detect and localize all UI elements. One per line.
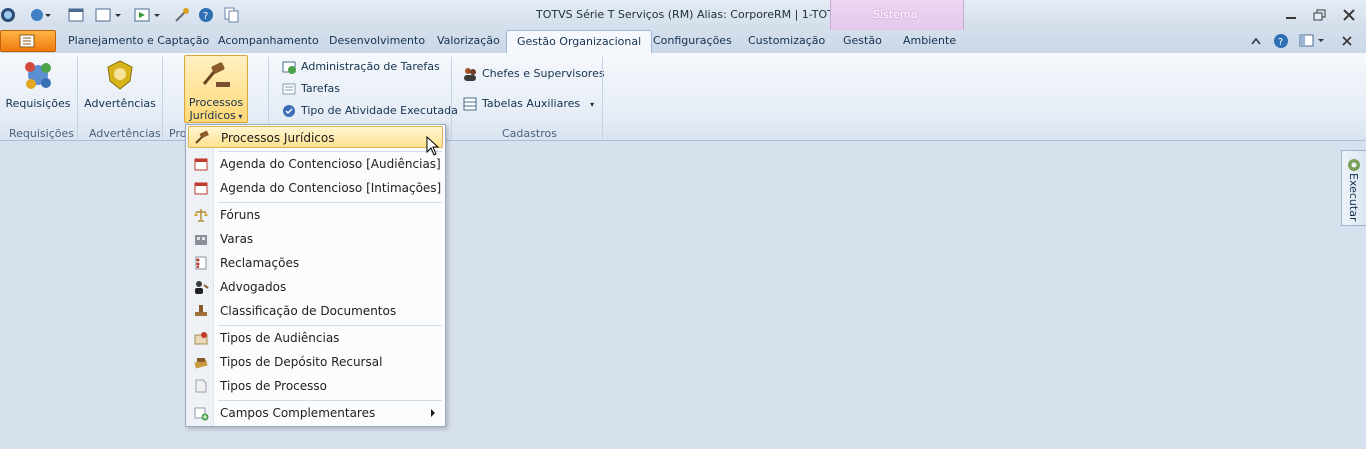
- table-icon: [463, 97, 477, 111]
- group-separator: [77, 57, 78, 139]
- tools-icon[interactable]: [174, 7, 190, 25]
- context-tab-sistema: Sistema: [830, 0, 964, 30]
- help-globe-icon[interactable]: ?: [198, 7, 214, 25]
- menu-item-tipos-processo[interactable]: Tipos de Processo: [188, 375, 443, 397]
- activity-type-icon: [283, 105, 295, 117]
- group-separator: [451, 57, 452, 139]
- group-label-processos: Pro: [169, 127, 187, 140]
- minimize-icon[interactable]: [1283, 8, 1299, 22]
- app-orb-icon[interactable]: [0, 7, 16, 25]
- requisicoes-button[interactable]: Requisições: [4, 57, 72, 123]
- tab-desenvolvimento[interactable]: Desenvolvimento: [329, 34, 425, 47]
- gavel-icon: [202, 62, 230, 87]
- app-menu-icon: [19, 34, 35, 48]
- deposit-icon: [194, 358, 208, 369]
- help-icon[interactable]: ?: [1273, 33, 1289, 49]
- lawyer-icon: [195, 281, 209, 294]
- menu-separator: [218, 202, 442, 203]
- executar-side-panel[interactable]: Executar: [1341, 150, 1366, 226]
- tipo-atividade-button[interactable]: Tipo de Atividade Executada: [281, 102, 458, 120]
- group-label-advertencias: Advertências: [89, 127, 161, 140]
- advertencias-button[interactable]: Advertências: [84, 57, 156, 123]
- task-admin-icon: [282, 61, 296, 74]
- complaint-list-icon: [195, 256, 207, 270]
- processos-juridicos-button[interactable]: Processos Jurídicos ▾: [184, 55, 248, 123]
- requisicoes-label: Requisições: [5, 97, 71, 110]
- svg-text:?: ?: [203, 11, 208, 22]
- tab-planejamento[interactable]: Planejamento e Captação: [68, 34, 209, 47]
- advertencias-label: Advertências: [84, 97, 156, 110]
- mouse-cursor-icon: [426, 136, 440, 156]
- menu-item-advogados[interactable]: Advogados: [188, 276, 443, 298]
- tab-ambiente[interactable]: Ambiente: [903, 34, 956, 47]
- menu-item-processos-juridicos[interactable]: Processos Jurídicos: [188, 126, 443, 148]
- globe-dropdown-icon[interactable]: [30, 7, 52, 25]
- ribbon-tab-bar: Planejamento e Captação Acompanhamento D…: [0, 30, 1366, 54]
- document-icon: [195, 379, 207, 393]
- menu-item-classificacao-documentos[interactable]: Classificação de Documentos: [188, 300, 443, 322]
- requisicoes-icon: [25, 62, 51, 89]
- calendar-icon: [194, 182, 208, 195]
- menu-item-campos-complementares[interactable]: Campos Complementares: [188, 402, 443, 424]
- hearing-type-icon: [194, 332, 208, 345]
- processos-label-line1: Processos: [188, 96, 244, 109]
- building-icon: [195, 235, 207, 245]
- menu-separator: [218, 325, 442, 326]
- administracao-tarefas-button[interactable]: Administração de Tarefas: [281, 58, 440, 76]
- window-layout-icon[interactable]: [95, 7, 123, 25]
- menu-item-foruns[interactable]: Fóruns: [188, 204, 443, 226]
- menu-item-tipos-deposito[interactable]: Tipos de Depósito Recursal: [188, 351, 443, 373]
- chefes-supervisores-button[interactable]: Chefes e Supervisores: [462, 65, 605, 83]
- executar-label: Executar: [1347, 173, 1360, 222]
- dropdown-arrow-icon: ▾: [590, 100, 595, 109]
- layout-options-icon[interactable]: [1299, 34, 1327, 48]
- title-bar: ? TOTVS Série T Serviços (RM) Alias: Cor…: [0, 0, 1366, 30]
- tab-customizacao[interactable]: Customização: [748, 34, 825, 47]
- menu-item-tipos-audiencias[interactable]: Tipos de Audiências: [188, 327, 443, 349]
- submenu-arrow-icon: [431, 409, 435, 417]
- tab-configuracoes[interactable]: Configurações: [653, 34, 732, 47]
- collapse-ribbon-icon[interactable]: [1250, 36, 1262, 46]
- run-process-icon[interactable]: [134, 7, 162, 25]
- tasks-icon: [282, 83, 296, 95]
- svg-text:?: ?: [1278, 37, 1283, 48]
- tarefas-button[interactable]: Tarefas: [281, 80, 340, 98]
- new-window-icon[interactable]: [68, 7, 86, 25]
- tab-gestao-organizacional[interactable]: Gestão Organizacional: [506, 30, 653, 54]
- menu-separator: [218, 400, 442, 401]
- close-document-icon[interactable]: [1340, 34, 1354, 48]
- processos-label-line2: Jurídicos: [189, 109, 236, 122]
- menu-item-agenda-audiencias[interactable]: Agenda do Contencioso [Audiências]: [188, 153, 443, 175]
- restore-icon[interactable]: [1312, 8, 1328, 22]
- tab-acompanhamento[interactable]: Acompanhamento: [218, 34, 319, 47]
- tab-valorizacao[interactable]: Valorização: [437, 34, 500, 47]
- stamp-icon: [195, 305, 207, 316]
- menu-separator: [218, 151, 442, 152]
- tabelas-auxiliares-button[interactable]: Tabelas Auxiliares ▾: [462, 95, 594, 113]
- people-icon: [464, 68, 476, 81]
- gavel-icon: [195, 130, 209, 144]
- dropdown-arrow-icon: ▾: [235, 112, 243, 121]
- group-label-requisicoes: Requisições: [9, 127, 74, 140]
- group-separator: [602, 57, 603, 139]
- menu-item-reclamacoes[interactable]: Reclamações: [188, 252, 443, 274]
- window-title: TOTVS Série T Serviços (RM) Alias: Corpo…: [536, 8, 867, 21]
- close-icon[interactable]: [1341, 8, 1357, 22]
- group-label-cadastros: Cadastros: [502, 127, 557, 140]
- menu-item-varas[interactable]: Varas: [188, 228, 443, 250]
- menu-item-agenda-intimacoes[interactable]: Agenda do Contencioso [Intimações]: [188, 177, 443, 199]
- tab-gestao[interactable]: Gestão: [843, 34, 882, 47]
- copy-icon[interactable]: [224, 7, 240, 25]
- warning-shield-icon: [107, 60, 133, 90]
- scales-icon: [194, 209, 208, 222]
- add-field-icon: [194, 407, 209, 421]
- calendar-icon: [194, 158, 208, 171]
- application-menu-button[interactable]: [0, 30, 56, 52]
- group-separator: [162, 57, 163, 139]
- execute-gear-icon: [1348, 159, 1360, 171]
- processos-juridicos-menu: Processos Jurídicos Agenda do Contencios…: [185, 124, 446, 427]
